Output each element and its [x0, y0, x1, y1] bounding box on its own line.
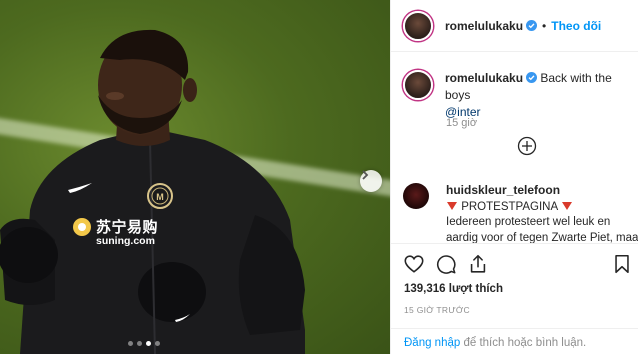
- red-triangle-icon: [447, 201, 457, 210]
- post-actions-bar: 139,316 lượt thích 15 GIỜ TRƯỚC Đăng nhậ…: [391, 243, 638, 354]
- carousel-dot: [128, 341, 133, 346]
- carousel-dot-active: [146, 341, 151, 346]
- next-photo-button[interactable]: [360, 170, 382, 192]
- caption-avatar[interactable]: [403, 70, 433, 100]
- posted-ago: 15 GIỜ TRƯỚC: [404, 305, 470, 315]
- comment-line-1: PROTESTPAGINA: [461, 200, 558, 213]
- bookmark-icon[interactable]: [611, 253, 633, 275]
- comment-line-2: Iedereen protesteert wel leuk en: [446, 216, 611, 228]
- commenter-avatar[interactable]: [403, 183, 429, 209]
- carousel-dot: [137, 341, 142, 346]
- author-username[interactable]: romelulukaku: [445, 19, 523, 33]
- likes-count[interactable]: 139,316 lượt thích: [404, 283, 503, 295]
- login-link[interactable]: Đăng nhập: [404, 337, 460, 349]
- follow-button[interactable]: Theo dõi: [551, 19, 601, 33]
- post-photo[interactable]: M 苏宁易购 suning.com: [0, 0, 390, 354]
- player-illustration: M: [0, 29, 305, 354]
- likes-label: lượt thích: [448, 283, 503, 295]
- plus-circle-icon[interactable]: [517, 136, 537, 156]
- heart-icon[interactable]: [403, 253, 425, 275]
- red-triangle-icon: [561, 201, 572, 210]
- comment-item: huidskleur_telefoon PROTESTPAGINA Iedere…: [403, 183, 638, 246]
- jersey-sponsor-chinese: 苏宁易购: [96, 219, 159, 236]
- post-side-panel: romelulukaku • Theo dõi romelulukaku Bac…: [390, 0, 638, 354]
- verified-badge-icon: [526, 20, 538, 31]
- carousel-dots: [128, 341, 160, 346]
- likes-number: 139,316: [404, 283, 446, 295]
- comment-icon[interactable]: [435, 253, 457, 275]
- login-prompt-text: để thích hoặc bình luận.: [460, 337, 587, 349]
- caption-time: 15 giờ: [446, 117, 478, 129]
- post-header: romelulukaku • Theo dõi: [391, 0, 638, 52]
- action-icons: [403, 253, 489, 275]
- share-icon[interactable]: [467, 253, 489, 275]
- comment-line-3: aardig voor of tegen Zwarte Piet, maa: [446, 231, 638, 244]
- caption-username[interactable]: romelulukaku: [445, 71, 523, 85]
- svg-text:M: M: [156, 192, 164, 202]
- header-dot-separator: •: [542, 18, 547, 33]
- post-caption: romelulukaku Back with the boys @inter: [403, 70, 635, 121]
- chevron-right-icon: [362, 170, 369, 180]
- caption-text-block: romelulukaku Back with the boys @inter: [445, 70, 635, 121]
- jersey-sponsor-url: suning.com: [96, 235, 155, 247]
- carousel-dot: [155, 341, 160, 346]
- author-avatar[interactable]: [403, 10, 433, 41]
- login-prompt: Đăng nhập để thích hoặc bình luận.: [391, 328, 638, 354]
- comment-text-block: huidskleur_telefoon PROTESTPAGINA Iedere…: [446, 183, 638, 246]
- verified-badge-icon: [526, 72, 538, 83]
- commenter-username[interactable]: huidskleur_telefoon: [446, 183, 560, 197]
